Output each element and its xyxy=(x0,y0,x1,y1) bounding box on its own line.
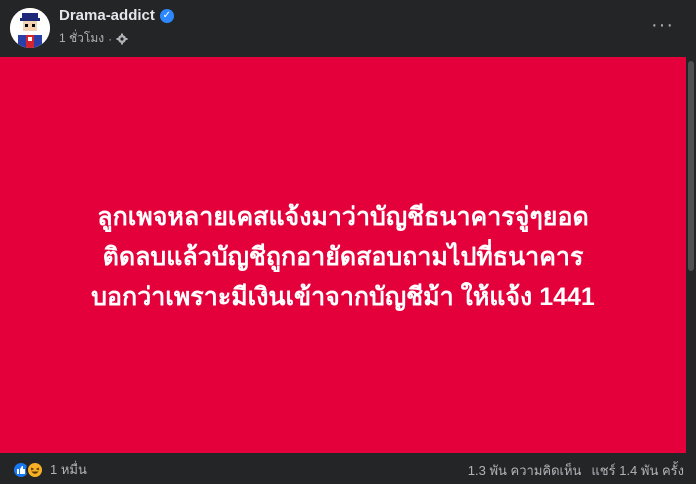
post-text-line: ติดลบแล้วบัญชีถูกอายัดสอบถามไปที่ธนาคาร xyxy=(102,243,584,271)
post-text-line: ลูกเพจหลายเคสแจ้งมาว่าบัญชีธนาคารจู่ๆยอด xyxy=(97,203,589,231)
post-stats: 1.3 พัน ความคิดเห็น แชร์ 1.4 พัน ครั้ง xyxy=(468,460,684,481)
post-timestamp[interactable]: 1 ชั่วโมง xyxy=(59,29,104,48)
reaction-count: 1 หมื่น xyxy=(50,462,87,477)
post-image[interactable]: ลูกเพจหลายเคสแจ้งมาว่าบัญชีธนาคารจู่ๆยอด… xyxy=(0,57,686,453)
page-avatar[interactable] xyxy=(10,8,50,48)
post-meta: 1 ชั่วโมง · xyxy=(59,29,128,48)
post-header: Drama-addict ✓ 1 ชั่วโมง · ··· xyxy=(0,0,696,57)
meta-separator: · xyxy=(108,31,113,46)
avatar-pixel-art-icon xyxy=(10,8,50,48)
shares-count-link[interactable]: แชร์ 1.4 พัน ครั้ง xyxy=(591,460,684,481)
haha-reaction-icon xyxy=(26,460,44,479)
comments-count-link[interactable]: 1.3 พัน ความคิดเห็น xyxy=(468,460,582,481)
reactions-summary[interactable]: 1 หมื่น xyxy=(12,459,87,480)
scrollbar[interactable] xyxy=(686,57,696,453)
verified-badge-icon: ✓ xyxy=(159,8,174,23)
post-footer: 1 หมื่น 1.3 พัน ความคิดเห็น แชร์ 1.4 พัน… xyxy=(0,453,696,484)
more-options-button[interactable]: ··· xyxy=(651,14,674,37)
page-name-link[interactable]: Drama-addict xyxy=(59,7,155,24)
page-name-row: Drama-addict ✓ xyxy=(59,7,174,24)
post-text-line: บอกว่าเพราะมีเงินเข้าจากบัญชีม้า ให้แจ้ง… xyxy=(91,283,595,311)
scrollbar-thumb[interactable] xyxy=(688,61,694,271)
post-image-text: ลูกเพจหลายเคสแจ้งมาว่าบัญชีธนาคารจู่ๆยอด… xyxy=(91,193,595,317)
gear-icon[interactable] xyxy=(116,33,128,45)
